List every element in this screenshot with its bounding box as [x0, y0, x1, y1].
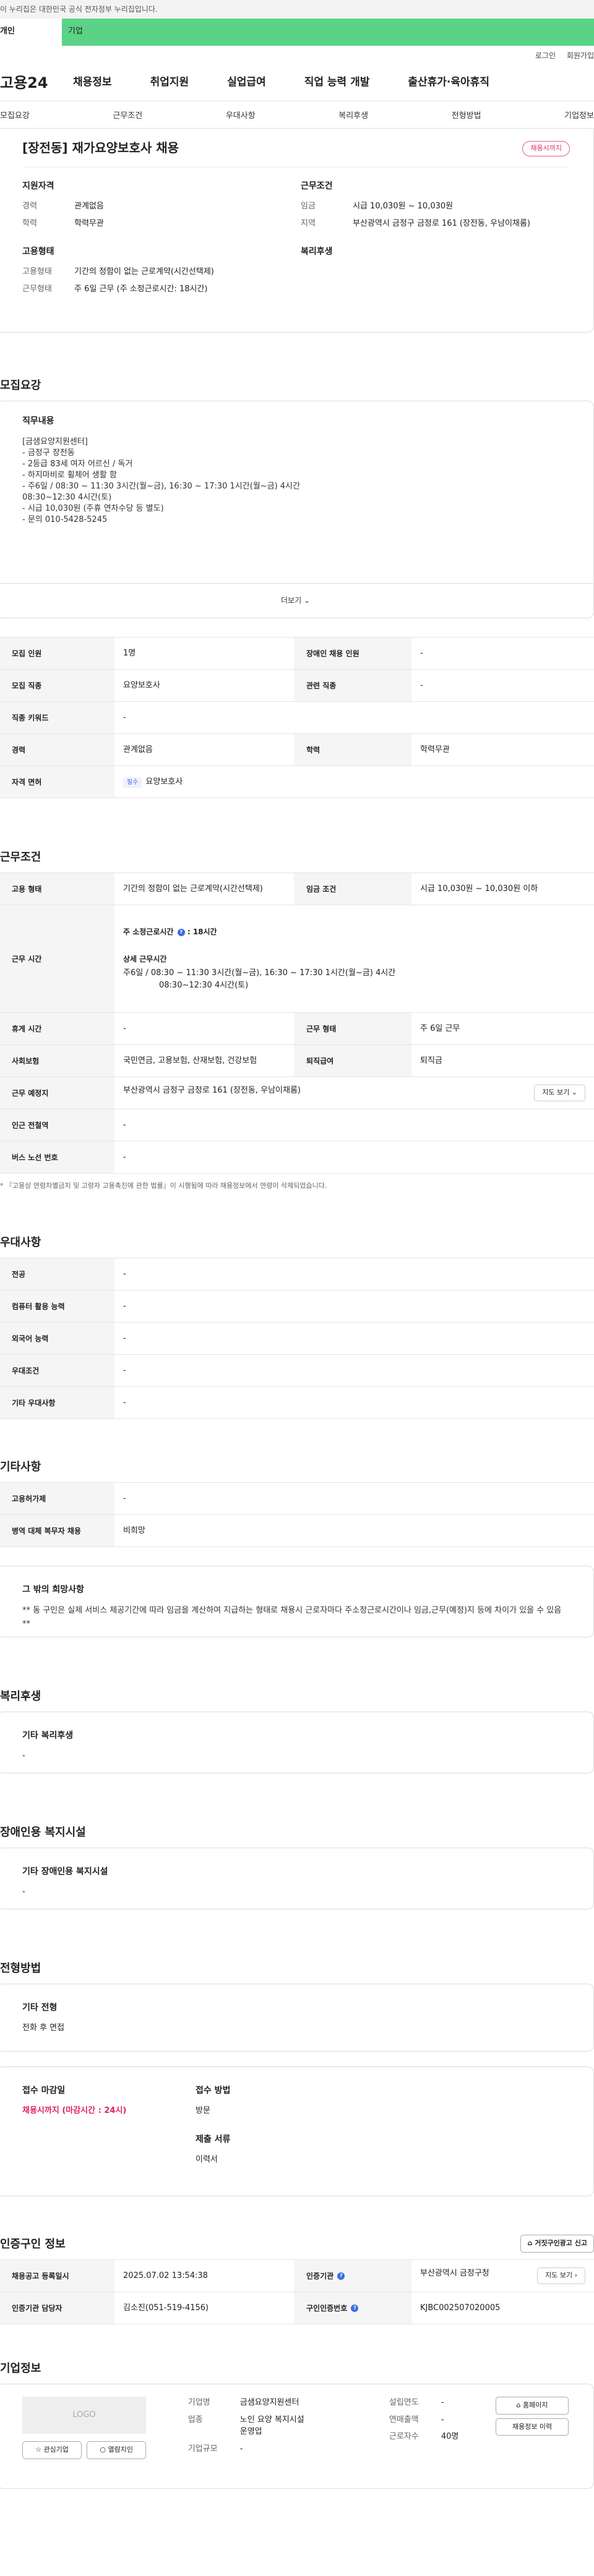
home-icon: ⌂ — [516, 2401, 521, 2409]
job-history-button[interactable]: 채용정보 이력 — [496, 2418, 569, 2436]
conditions-heading: 근무조건 — [301, 181, 333, 191]
section-company-title: 기업정보 — [0, 2362, 41, 2375]
company-logo: LOGO — [22, 2397, 146, 2434]
util-nav: 로그인 회원가입 — [0, 46, 594, 64]
homepage-button[interactable]: ⌂ 홈페이지 — [496, 2397, 569, 2415]
subnav-company[interactable]: 기업정보 — [564, 110, 594, 128]
subnav-pref[interactable]: 우대사항 — [226, 110, 256, 128]
join-link[interactable]: 회원가입 — [567, 51, 594, 60]
duty-card: 직무내용 [금샘요양지원센터] - 금정구 장전동 - 2등급 83세 여자 어… — [0, 401, 594, 618]
company-card: LOGO ☆ 관심기업 ○ 열람지인 기업명 금샘요양지원센터 업종 노인 요양 복… — [0, 2384, 594, 2489]
employment-type: 기간의 정함이 없는 근로계약(시간선택제) — [74, 267, 214, 276]
cond-wage: 시급 10,030원 ~ 10,030원 — [353, 202, 454, 211]
info-icon[interactable]: ? — [177, 928, 185, 936]
recruit-count: 1명 — [114, 637, 294, 670]
employment-hours: 주 6일 근무 (주 소정근로시간: 18시간) — [74, 284, 208, 294]
subnav-welfare[interactable]: 복리후생 — [338, 110, 368, 128]
fav-button[interactable]: ☆ 관심기업 — [22, 2441, 82, 2459]
welfare-heading: 복리후생 — [301, 247, 333, 257]
info-icon[interactable]: ? — [337, 2272, 345, 2280]
section-other-title: 기타사항 — [0, 1461, 41, 1474]
login-link[interactable]: 로그인 — [535, 51, 556, 60]
recruit-table: 모집 인원 1명 장애인 채용 인원 - 모집 직종 요양보호사 관련 직종 - 직종 키워… — [0, 637, 594, 798]
site-logo[interactable]: 고용24 — [0, 72, 73, 94]
disabled-card: 기타 장애인용 복지시설 - — [0, 1848, 594, 1909]
map-button[interactable]: 지도 보기 ⌄ — [534, 1085, 585, 1101]
section-recruit-title: 모집요강 — [0, 379, 41, 392]
other-table: 고용허가제 - 병역 대체 복무자 채용 비희망 — [0, 1482, 594, 1547]
gnb-employment-support[interactable]: 취업지원 — [150, 75, 189, 91]
gov-banner: 이 누리집은 대한민국 공식 전자정부 누리집입니다. — [0, 0, 594, 19]
info-icon[interactable]: ? — [351, 2305, 359, 2312]
qual-career: 관계없음 — [74, 202, 104, 211]
follow-button[interactable]: ○ 열람지인 — [87, 2441, 147, 2459]
job-title: [장전동] 재가요양보호사 채용 — [22, 140, 179, 155]
section-welfare-title: 복리후생 — [0, 1690, 41, 1703]
gnb-unemployment[interactable]: 실업급여 — [227, 75, 266, 91]
section-cert-title: 인증구인 정보 ⌂ 거짓구인광고 신고 — [0, 2222, 594, 2259]
selection-method-card: 기타 전형 전화 후 면접 — [0, 1984, 594, 2052]
circle-icon: ○ — [100, 2446, 106, 2454]
chevron-right-icon: › — [574, 2271, 577, 2280]
work-table: 고용 형태 기간의 정함이 없는 근로계약(시간선택제) 임금 조건 시급 10,03… — [0, 872, 594, 1174]
license-value: 요양보호사 — [145, 777, 183, 787]
gnb-training[interactable]: 직업 능력 개발 — [304, 75, 370, 91]
pref-table: 전공 - 컴퓨터 활용 능력 - 외국어 능력 - 우대조건 - 기타 우대사항 - — [0, 1258, 594, 1419]
welfare-card: 기타 복리후생 - — [0, 1712, 594, 1773]
duty-text: [금샘요양지원센터] - 금정구 장전동 - 2등급 83세 여자 어르신 / … — [22, 437, 300, 524]
report-button[interactable]: ⌂ 거짓구인광고 신고 — [520, 2235, 594, 2253]
tab-personal[interactable]: 개인 — [0, 19, 62, 46]
user-type-tabs: 개인 기업 — [0, 19, 594, 46]
selection-apply-card: 접수 마감일 채용시까지 (마감시간 : 24시) 접수 방법 방문 제출 서류… — [0, 2066, 594, 2196]
cert-map-button[interactable]: 지도 보기 › — [537, 2267, 585, 2284]
job-summary-card: [장전동] 재가요양보호사 채용 채용시까지 지원자격 경력 관계없음 학력 학력무… — [0, 129, 594, 333]
more-button[interactable]: 더보기 ⌄ — [0, 583, 593, 618]
deadline-badge: 채용시까지 — [522, 141, 570, 156]
global-nav: 고용24 채용정보 취업지원 실업급여 직업 능력 개발 출산휴가·육아휴직 — [0, 64, 594, 101]
section-disabled-title: 장애인용 복지시설 — [0, 1826, 86, 1839]
star-icon: ☆ — [35, 2446, 41, 2454]
cert-table: 채용공고 등록일시 2025.07.02 13:54:38 인증기관 ? 부산광역시 … — [0, 2259, 594, 2324]
gnb-leave[interactable]: 출산휴가·육아휴직 — [408, 75, 489, 91]
employment-heading: 고용형태 — [22, 247, 54, 257]
home-icon: ⌂ — [527, 2239, 533, 2247]
chevron-down-icon: ⌄ — [303, 596, 310, 605]
duty-heading: 직무내용 — [22, 416, 54, 426]
chevron-down-icon: ⌄ — [571, 1088, 577, 1097]
subnav-work[interactable]: 근무조건 — [113, 110, 142, 128]
recruit-job: 요양보호사 — [114, 669, 294, 702]
section-pref-title: 우대사항 — [0, 1236, 41, 1249]
gnb-jobs[interactable]: 채용정보 — [73, 75, 112, 91]
wish-card: 그 밖의 희망사항 ** 동 구인은 실제 서비스 제공기간에 따라 임금을 계… — [0, 1566, 594, 1637]
qual-heading: 지원자격 — [22, 181, 54, 191]
deadline-value: 채용시까지 (마감시간 : 24시) — [22, 2106, 127, 2115]
section-selection-title: 전형방법 — [0, 1962, 41, 1975]
tab-company[interactable]: 기업 — [62, 19, 594, 46]
age-note: * 『고용상 연령차별금지 및 고령자 고용촉진에 관한 법률』이 시행됨에 따… — [0, 1182, 327, 1190]
section-subnav: 모집요강 근무조건 우대사항 복리후생 전형방법 기업정보 — [0, 101, 594, 129]
cond-location: 부산광역시 금정구 금정로 161 (장전동, 우남이채롬) — [353, 218, 530, 228]
required-chip: 필수 — [123, 777, 142, 788]
section-work-title: 근무조건 — [0, 851, 41, 864]
work-place: 부산광역시 금정구 금정로 161 (장전동, 우남이채롬) — [123, 1086, 301, 1096]
subnav-recruit[interactable]: 모집요강 — [0, 110, 30, 128]
qual-edu: 학력무관 — [74, 218, 104, 228]
subnav-selection[interactable]: 전형방법 — [452, 110, 481, 128]
